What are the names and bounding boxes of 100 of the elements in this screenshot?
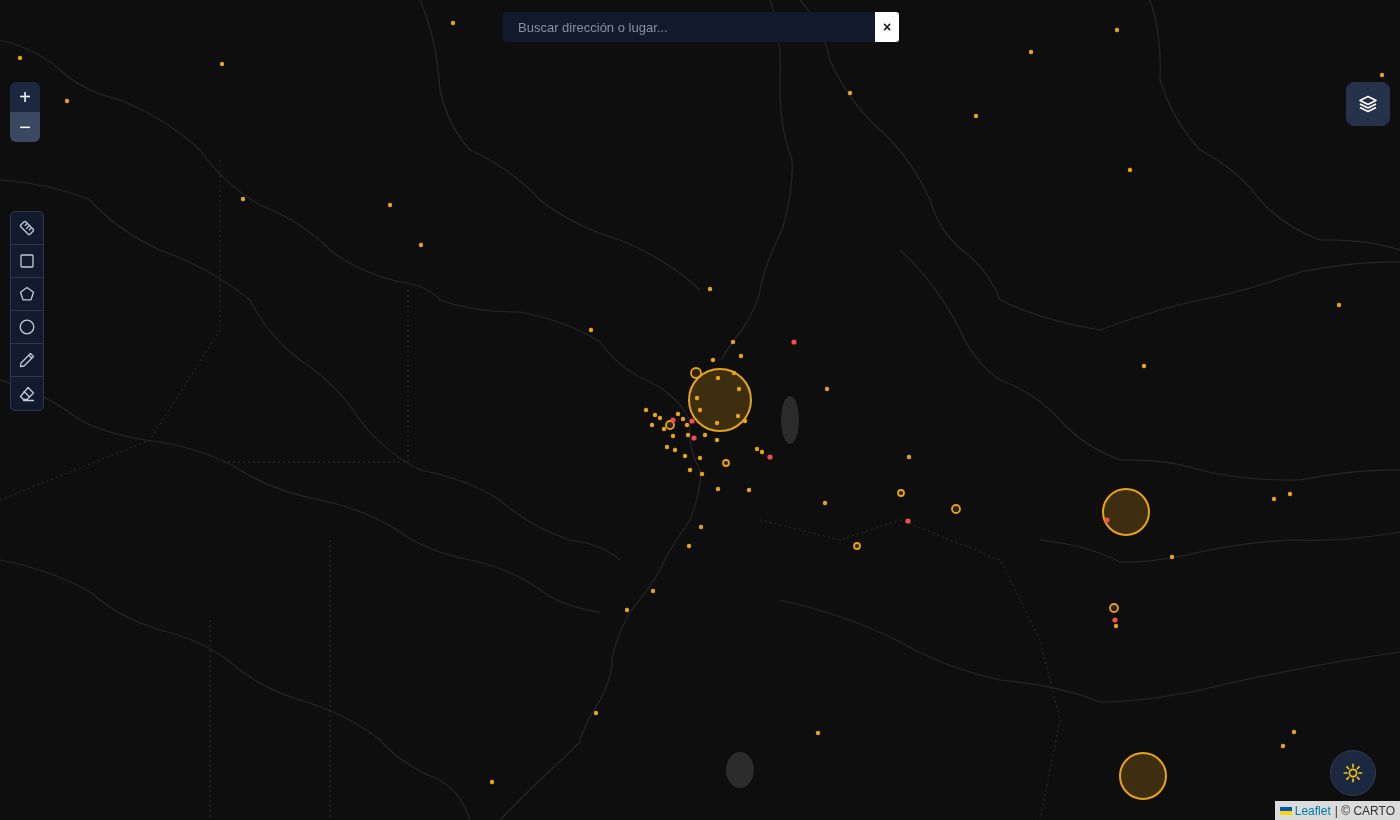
map-marker[interactable] [1141, 363, 1147, 369]
map-marker[interactable] [387, 202, 393, 208]
map-marker[interactable] [64, 98, 70, 104]
map-marker[interactable] [906, 454, 912, 460]
map-marker[interactable] [707, 286, 713, 292]
map-marker[interactable] [686, 543, 692, 549]
map-marker[interactable] [1127, 167, 1133, 173]
map-marker[interactable] [691, 435, 697, 441]
map-marker[interactable] [699, 471, 705, 477]
ruler-icon [18, 219, 36, 237]
map-marker[interactable] [670, 417, 676, 423]
map-marker[interactable] [1287, 491, 1293, 497]
map-marker[interactable] [759, 449, 765, 455]
cluster-circle[interactable] [688, 368, 752, 432]
pencil-icon [18, 351, 36, 369]
map-marker[interactable] [702, 432, 708, 438]
map-marker[interactable] [767, 454, 773, 460]
map-marker[interactable] [715, 486, 721, 492]
clear-button[interactable]: × [875, 12, 899, 42]
map-marker[interactable] [905, 518, 911, 524]
ring-marker[interactable] [665, 420, 675, 430]
map-marker[interactable] [684, 422, 690, 428]
eraser-icon [18, 384, 36, 403]
map-marker[interactable] [643, 407, 649, 413]
map-marker[interactable] [1112, 617, 1118, 623]
map-marker[interactable] [1379, 72, 1385, 78]
map-marker[interactable] [661, 426, 667, 432]
map-marker[interactable] [847, 90, 853, 96]
map-marker[interactable] [730, 339, 736, 345]
map-marker[interactable] [664, 444, 670, 450]
map-marker[interactable] [687, 467, 693, 473]
map-marker[interactable] [1104, 517, 1110, 523]
pentagon-icon [18, 285, 36, 303]
map-marker[interactable] [714, 420, 720, 426]
map-marker[interactable] [652, 412, 658, 418]
map-marker[interactable] [742, 418, 748, 424]
map-marker[interactable] [791, 339, 797, 345]
map-marker[interactable] [675, 411, 681, 417]
ring-marker[interactable] [897, 489, 905, 497]
map-marker[interactable] [731, 370, 737, 376]
map-marker[interactable] [657, 415, 663, 421]
ring-marker[interactable] [690, 367, 702, 379]
map-marker[interactable] [418, 242, 424, 248]
map-marker[interactable] [824, 386, 830, 392]
sun-icon [1343, 763, 1363, 783]
map-marker[interactable] [672, 447, 678, 453]
map-marker[interactable] [240, 196, 246, 202]
zoom-in-button[interactable]: + [10, 82, 40, 112]
square-icon [18, 252, 36, 270]
map-marker[interactable] [650, 588, 656, 594]
map-marker[interactable] [1169, 554, 1175, 560]
ring-marker[interactable] [951, 504, 961, 514]
ring-marker[interactable] [722, 459, 730, 467]
map-marker[interactable] [697, 455, 703, 461]
leaflet-link[interactable]: Leaflet [1279, 803, 1331, 818]
map-marker[interactable] [1280, 743, 1286, 749]
map-marker[interactable] [1113, 623, 1119, 629]
flag-icon [1279, 806, 1292, 815]
map-marker[interactable] [489, 779, 495, 785]
map-marker[interactable] [815, 730, 821, 736]
map-marker[interactable] [593, 710, 599, 716]
map-marker[interactable] [754, 446, 760, 452]
map-marker[interactable] [746, 487, 752, 493]
map-marker[interactable] [1336, 302, 1342, 308]
map-marker[interactable] [649, 422, 655, 428]
map-marker[interactable] [735, 413, 741, 419]
circle-icon [18, 318, 36, 336]
map-marker[interactable] [1114, 27, 1120, 33]
map-marker[interactable] [714, 437, 720, 443]
ring-marker[interactable] [1109, 603, 1119, 613]
map-marker[interactable] [694, 395, 700, 401]
map-marker[interactable] [624, 607, 630, 613]
search-field[interactable]: Buscar dirección o lugar... [503, 12, 875, 42]
map-marker[interactable] [710, 357, 716, 363]
map-marker[interactable] [680, 416, 686, 422]
cluster-circle[interactable] [1119, 752, 1167, 800]
map-marker[interactable] [715, 375, 721, 381]
map-marker[interactable] [1291, 729, 1297, 735]
map-marker[interactable] [697, 407, 703, 413]
map-marker[interactable] [219, 61, 225, 67]
map-marker[interactable] [698, 524, 704, 530]
map-marker[interactable] [588, 327, 594, 333]
theme-toggle-button[interactable] [1330, 750, 1376, 796]
map-marker[interactable] [17, 55, 23, 61]
map-marker[interactable] [736, 386, 742, 392]
map-marker[interactable] [1271, 496, 1277, 502]
map-marker[interactable] [670, 433, 676, 439]
cluster-circle[interactable] [1102, 488, 1150, 536]
map-marker[interactable] [1028, 49, 1034, 55]
map-marker[interactable] [685, 432, 691, 438]
map-marker[interactable] [973, 113, 979, 119]
ring-marker[interactable] [853, 542, 861, 550]
map-marker[interactable] [822, 500, 828, 506]
zoom-out-button[interactable]: − [10, 112, 40, 142]
layers-button[interactable] [1346, 82, 1390, 126]
map-marker[interactable] [682, 453, 688, 459]
map-marker[interactable] [450, 20, 456, 26]
map-marker[interactable] [738, 353, 744, 359]
attribution-text: | © CARTO [1334, 803, 1395, 818]
map-marker[interactable] [689, 418, 695, 424]
